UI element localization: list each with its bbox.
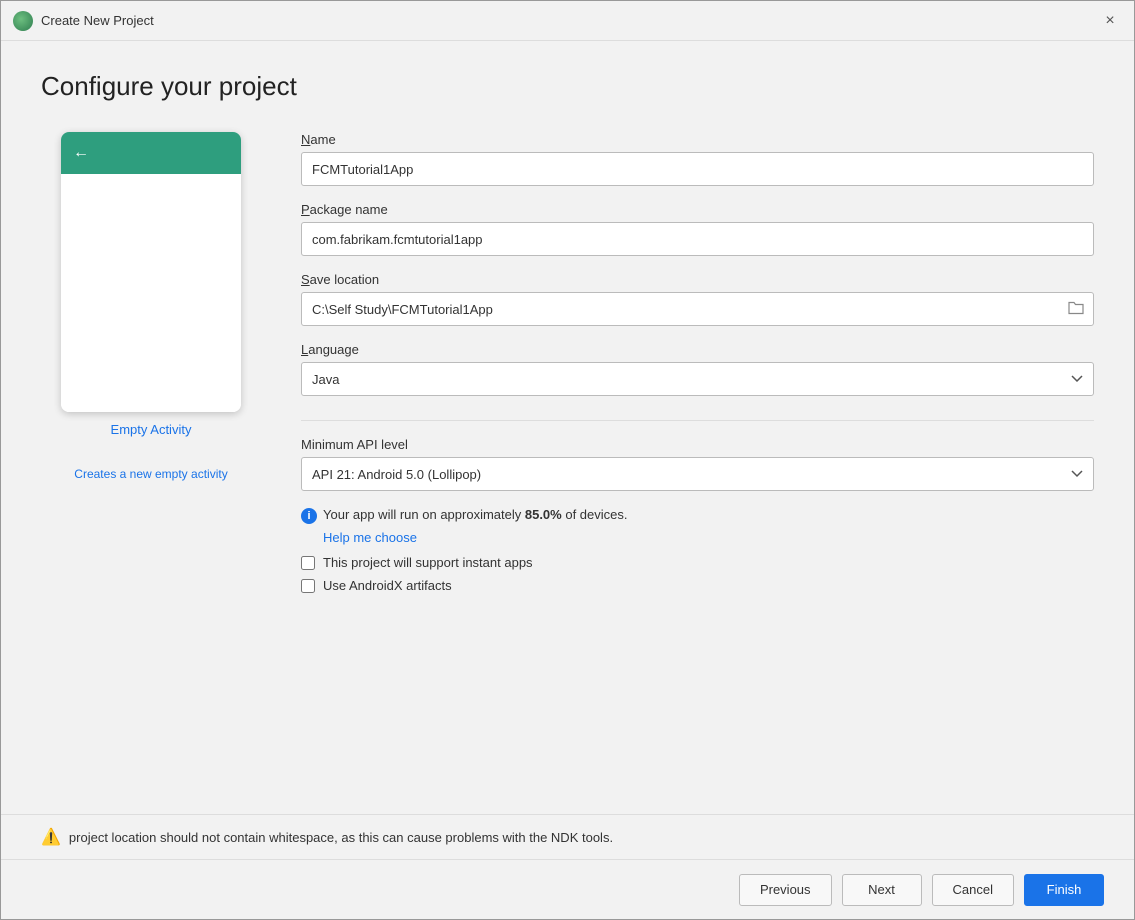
name-input[interactable] xyxy=(301,152,1094,186)
language-label: Language xyxy=(301,342,1094,357)
phone-top-bar: ← xyxy=(61,132,241,174)
save-location-wrapper xyxy=(301,292,1094,326)
right-panel: Name Package name Save location xyxy=(301,132,1094,814)
footer: Previous Next Cancel Finish xyxy=(1,859,1134,919)
phone-body xyxy=(61,174,241,412)
package-input[interactable] xyxy=(301,222,1094,256)
name-group: Name xyxy=(301,132,1094,186)
help-me-choose-link[interactable]: Help me choose xyxy=(323,530,1094,545)
instant-apps-row: This project will support instant apps xyxy=(301,555,1094,570)
instant-apps-label[interactable]: This project will support instant apps xyxy=(323,555,533,570)
close-button[interactable]: × xyxy=(1098,9,1122,33)
next-button[interactable]: Next xyxy=(842,874,922,906)
main-area: ← Empty Activity Creates a new empty act… xyxy=(41,132,1094,814)
finish-button[interactable]: Finish xyxy=(1024,874,1104,906)
instant-apps-checkbox[interactable] xyxy=(301,556,315,570)
warning-icon: ⚠️ xyxy=(41,827,61,847)
previous-button[interactable]: Previous xyxy=(739,874,832,906)
phone-preview: ← xyxy=(61,132,241,412)
info-icon: i xyxy=(301,508,317,524)
min-api-group: Minimum API level API 21: Android 5.0 (L… xyxy=(301,437,1094,491)
save-location-input[interactable] xyxy=(301,292,1094,326)
language-select[interactable]: Java Kotlin xyxy=(301,362,1094,396)
min-api-select[interactable]: API 21: Android 5.0 (Lollipop) API 22: A… xyxy=(301,457,1094,491)
app-icon xyxy=(13,11,33,31)
warning-text: project location should not contain whit… xyxy=(69,830,613,845)
cancel-button[interactable]: Cancel xyxy=(932,874,1014,906)
back-arrow-icon: ← xyxy=(73,144,89,162)
window-title: Create New Project xyxy=(41,13,1098,28)
warning-bar: ⚠️ project location should not contain w… xyxy=(1,814,1134,859)
androidx-checkbox[interactable] xyxy=(301,579,315,593)
coverage-text: Your app will run on approximately 85.0%… xyxy=(323,507,628,522)
androidx-label[interactable]: Use AndroidX artifacts xyxy=(323,578,452,593)
window: Create New Project × Configure your proj… xyxy=(0,0,1135,920)
browse-folder-button[interactable] xyxy=(1064,299,1088,320)
package-label: Package name xyxy=(301,202,1094,217)
page-title: Configure your project xyxy=(41,71,1094,102)
save-location-group: Save location xyxy=(301,272,1094,326)
activity-label: Empty Activity xyxy=(111,422,192,437)
language-group: Language Java Kotlin xyxy=(301,342,1094,396)
name-label: Name xyxy=(301,132,1094,147)
save-location-label: Save location xyxy=(301,272,1094,287)
min-api-label: Minimum API level xyxy=(301,437,1094,452)
left-panel: ← Empty Activity Creates a new empty act… xyxy=(41,132,261,814)
androidx-row: Use AndroidX artifacts xyxy=(301,578,1094,593)
title-bar: Create New Project × xyxy=(1,1,1134,41)
content-area: Configure your project ← Empty Activity … xyxy=(1,41,1134,814)
coverage-info-row: i Your app will run on approximately 85.… xyxy=(301,507,1094,524)
divider xyxy=(301,420,1094,421)
package-group: Package name xyxy=(301,202,1094,256)
creates-label: Creates a new empty activity xyxy=(74,467,227,481)
